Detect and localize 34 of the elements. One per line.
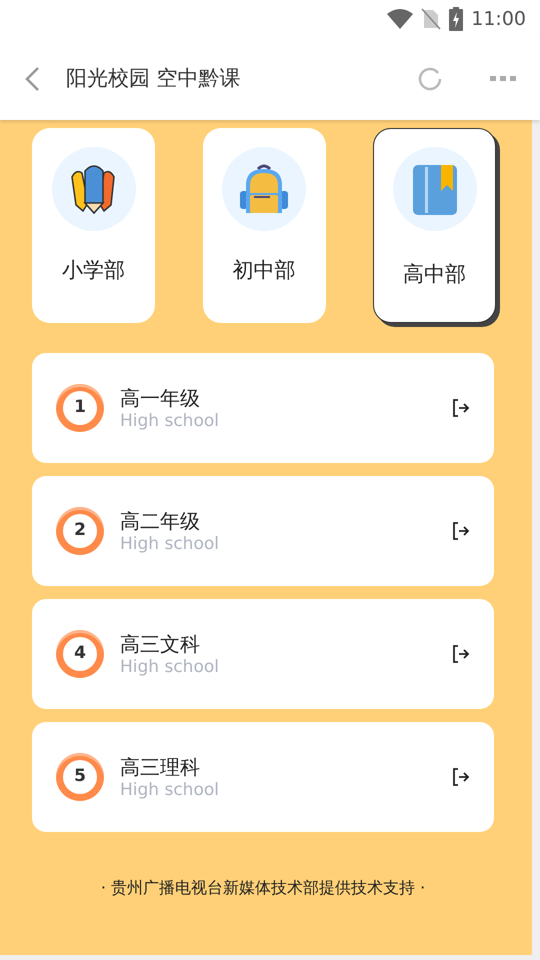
enter-icon: [452, 768, 470, 786]
refresh-icon[interactable]: [418, 67, 442, 91]
grade-item[interactable]: 4 高三文科 High school: [32, 599, 494, 709]
number-badge: 1: [56, 384, 104, 432]
grade-title: 高三文科: [120, 630, 201, 657]
no-sim-icon: [421, 8, 442, 30]
wifi-icon: [387, 9, 414, 29]
grade-item[interactable]: 1 高一年级 High school: [32, 353, 494, 463]
number-badge: 5: [56, 753, 104, 801]
number-badge: 2: [56, 507, 104, 555]
grade-subtitle: High school: [120, 780, 220, 800]
grade-subtitle: High school: [120, 534, 220, 554]
department-card[interactable]: 初中部: [202, 128, 326, 323]
grade-item[interactable]: 2 高二年级 High school: [32, 476, 494, 586]
grade-subtitle: High school: [120, 410, 220, 432]
grade-title: 高一年级: [120, 384, 201, 411]
enter-icon: [452, 522, 470, 540]
number-badge: 4: [56, 630, 104, 678]
department-label: 小学部: [62, 257, 125, 284]
grade-subtitle: High school: [120, 656, 220, 678]
more-icon[interactable]: [490, 76, 516, 82]
app-title: 阳光校园 空中黔课: [66, 65, 242, 92]
grade-item[interactable]: 5 高三理科 High school: [32, 722, 494, 832]
clock-time: 11:00: [471, 6, 526, 32]
footer-credit: · 贵州广播电视台新媒体技术部提供技术支持 ·: [100, 877, 426, 899]
back-icon[interactable]: [24, 66, 40, 92]
department-label: 初中部: [232, 257, 296, 284]
enter-icon: [452, 399, 470, 417]
department-card[interactable]: 小学部: [32, 128, 155, 323]
enter-icon: [452, 645, 470, 663]
grade-title: 高二年级: [120, 508, 201, 534]
grade-title: 高三理科: [120, 754, 201, 780]
battery-charging-icon: [449, 7, 464, 31]
department-label: 高中部: [403, 261, 466, 288]
